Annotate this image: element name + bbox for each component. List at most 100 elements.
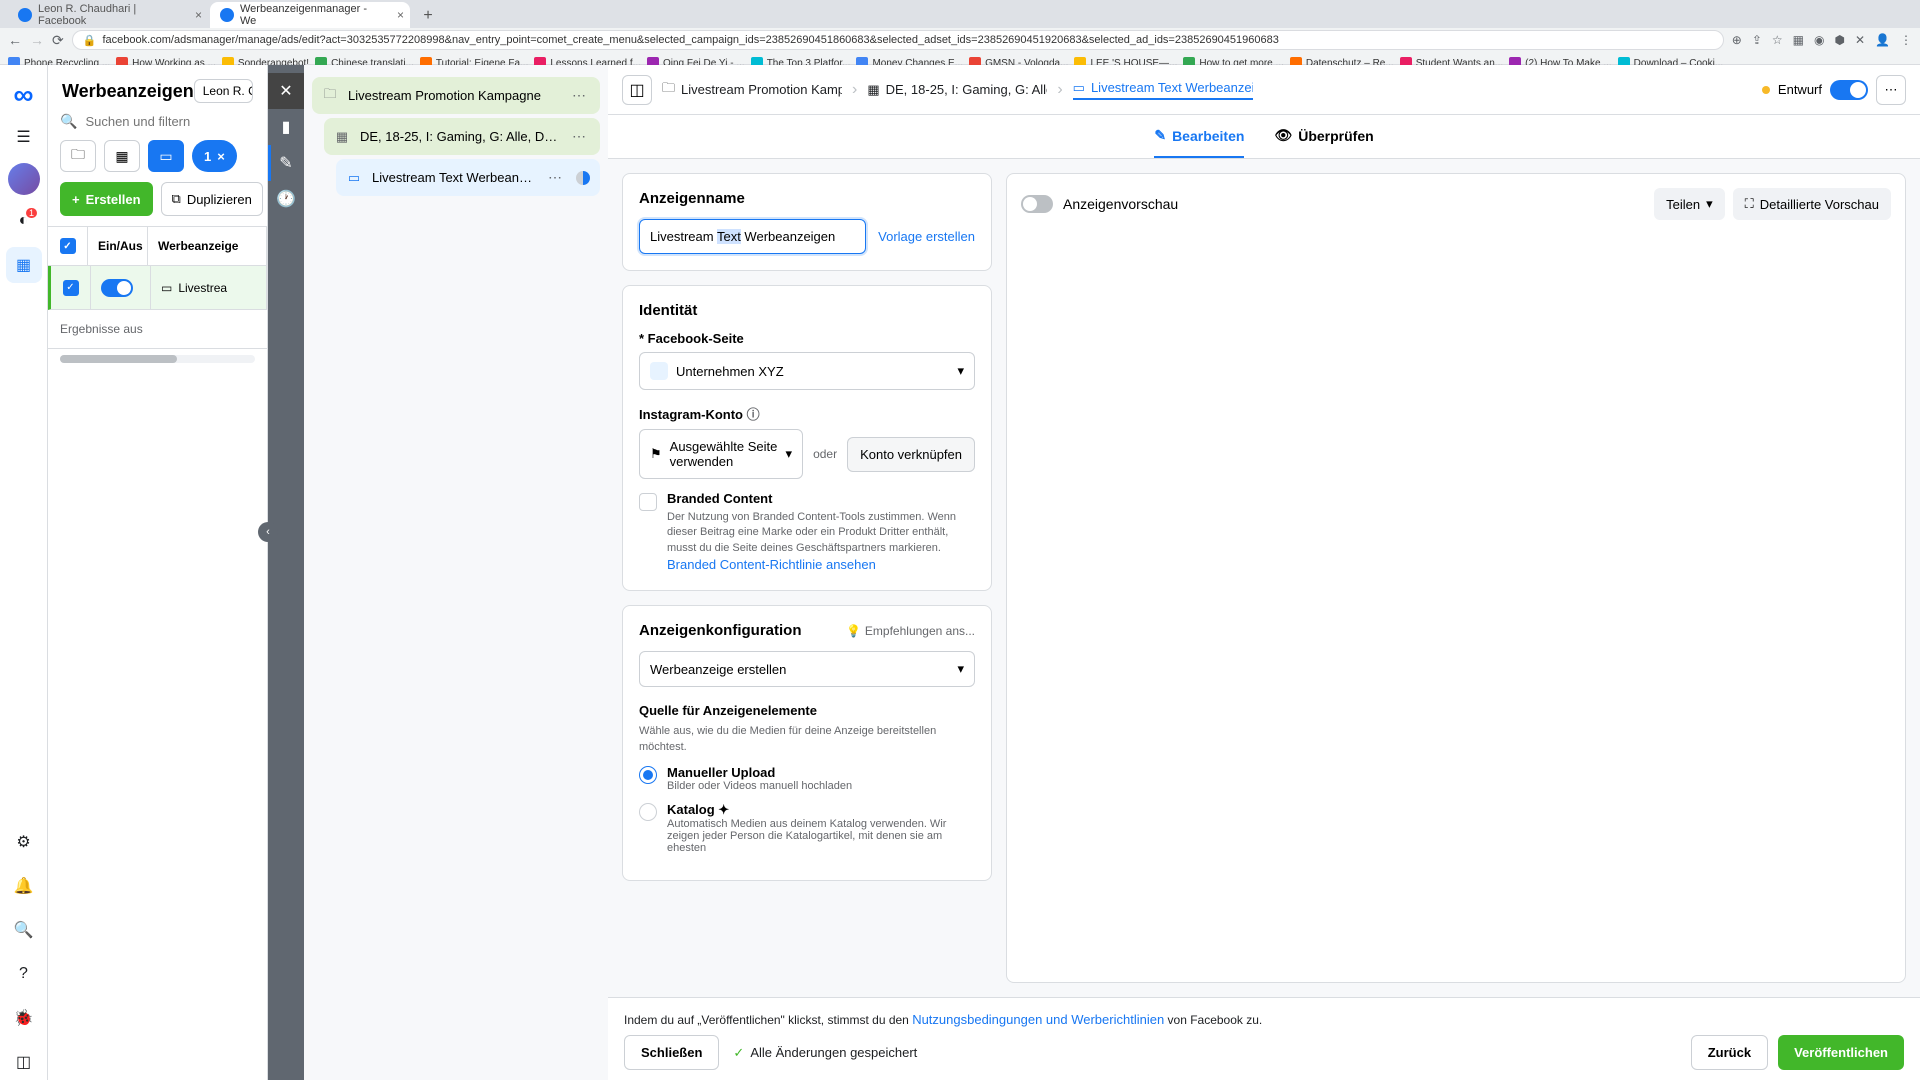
panel-toggle-icon[interactable]: ◫ — [622, 75, 652, 105]
detailed-preview-button[interactable]: ⛶ Detaillierte Vorschau — [1733, 188, 1891, 220]
edit-icon[interactable]: ✎ — [268, 145, 304, 181]
url-input[interactable]: 🔒 facebook.com/adsmanager/manage/ads/edi… — [72, 30, 1724, 50]
bug-icon[interactable]: 🐞 — [6, 1000, 42, 1036]
more-icon[interactable]: ⋯ — [544, 169, 566, 186]
tab-review[interactable]: 👁 Überprüfen — [1274, 115, 1373, 158]
form-column: Anzeigenname Livestream Text Werbeanzeig… — [622, 173, 992, 983]
share-button[interactable]: Teilen ▾ — [1654, 188, 1725, 220]
recommendations-link[interactable]: 💡 Empfehlungen ans... — [846, 624, 975, 638]
create-button[interactable]: + Erstellen — [60, 182, 153, 216]
tab-title: Werbeanzeigenmanager - We — [240, 3, 382, 27]
ad-toggle[interactable] — [101, 279, 133, 297]
panel-icon[interactable]: ◫ — [6, 1044, 42, 1080]
bell-icon[interactable]: 🔔 — [6, 868, 42, 904]
draft-status-icon — [1762, 86, 1770, 94]
menu-icon[interactable]: ☰ — [6, 119, 42, 155]
browser-tab-active[interactable]: Werbeanzeigenmanager - We × — [210, 2, 410, 28]
search-icon[interactable]: 🔍 — [6, 912, 42, 948]
profile-icon[interactable]: 👤 — [1875, 33, 1890, 47]
tree-adset[interactable]: ▦ DE, 18-25, I: Gaming, G: Alle, Deutsch… — [324, 118, 600, 155]
selection-pill[interactable]: 1 × — [192, 140, 237, 172]
column-header[interactable]: Ein/Aus — [88, 227, 148, 265]
info-icon[interactable]: ⓘ — [747, 407, 760, 422]
more-icon[interactable]: ⋯ — [568, 128, 590, 145]
status-icon — [576, 171, 590, 185]
star-icon[interactable]: ☆ — [1772, 33, 1783, 47]
reload-icon[interactable]: ⟳ — [52, 32, 64, 49]
extension-icon[interactable]: ▦ — [1793, 33, 1804, 47]
table-row[interactable]: ✓ ▭Livestrea — [48, 266, 267, 310]
tree-campaign[interactable]: 🗀 Livestream Promotion Kampagne ⋯ — [312, 77, 600, 114]
extension-icon[interactable]: ✕ — [1855, 33, 1865, 47]
manual-upload-radio[interactable] — [639, 766, 657, 784]
search-input[interactable] — [85, 114, 255, 129]
chart-icon[interactable]: ▮ — [268, 109, 304, 145]
new-tab-button[interactable]: + — [416, 4, 440, 28]
help-icon[interactable]: ? — [6, 956, 42, 992]
meta-logo-icon[interactable]: ∞ — [8, 79, 40, 111]
account-selector[interactable]: Leon R. Chaud — [194, 79, 253, 103]
tab-edit[interactable]: ✎ Bearbeiten — [1154, 115, 1244, 158]
more-icon[interactable]: ⋯ — [1876, 75, 1906, 105]
browser-tab[interactable]: Leon R. Chaudhari | Facebook × — [8, 2, 208, 28]
close-icon[interactable]: × — [217, 149, 225, 164]
catalog-radio[interactable] — [639, 803, 657, 821]
back-icon[interactable]: ← — [8, 32, 22, 48]
avatar[interactable] — [8, 163, 40, 195]
facebook-page-select[interactable]: Unternehmen XYZ ▾ — [639, 352, 975, 390]
scrollbar[interactable] — [60, 355, 255, 363]
back-button[interactable]: Zurück — [1691, 1035, 1768, 1070]
folder-view-button[interactable]: 🗀 — [60, 140, 96, 172]
breadcrumb-campaign[interactable]: 🗀 Livestream Promotion Kampa — [662, 79, 842, 101]
collapse-icon[interactable]: ‹ — [258, 522, 278, 542]
extension-icon[interactable]: ◉ — [1814, 33, 1824, 47]
list-view-button[interactable]: ▭ — [148, 140, 184, 172]
branded-policy-link[interactable]: Branded Content-Richtlinie ansehen — [667, 557, 876, 572]
forward-icon[interactable]: → — [30, 32, 44, 48]
preview-card: Anzeigenvorschau Teilen ▾ ⛶ Detaillierte… — [1006, 173, 1906, 983]
share-icon[interactable]: ⇪ — [1752, 33, 1762, 47]
column-header[interactable]: Werbeanzeige — [148, 227, 267, 265]
publish-button[interactable]: Veröffentlichen — [1778, 1035, 1904, 1070]
preview-toggle[interactable] — [1021, 195, 1053, 213]
branded-content-checkbox[interactable] — [639, 493, 657, 511]
close-button[interactable]: Schließen — [624, 1035, 719, 1070]
selection-count: 1 — [204, 149, 211, 164]
source-desc: Wähle aus, wie du die Medien für deine A… — [639, 724, 975, 755]
duplicate-button[interactable]: ⧉ Duplizieren — [161, 182, 263, 216]
facebook-favicon — [220, 8, 234, 22]
gear-icon[interactable]: ⚙ — [6, 824, 42, 860]
grid-icon[interactable]: ▦ — [6, 247, 42, 283]
section-title: Identität — [639, 302, 975, 319]
breadcrumb-adset[interactable]: ▦ DE, 18-25, I: Gaming, G: Alle, De — [867, 82, 1047, 98]
radio-title: Katalog ✦ — [667, 802, 975, 818]
preview-column: Anzeigenvorschau Teilen ▾ ⛶ Detaillierte… — [1006, 173, 1906, 983]
chevron-down-icon: ▾ — [957, 363, 964, 379]
select-all-checkbox[interactable]: ✓ — [60, 238, 76, 254]
grid-view-button[interactable]: ▦ — [104, 140, 140, 172]
gauge-icon[interactable]: ◐1 — [6, 203, 42, 239]
ad-enabled-toggle[interactable] — [1830, 80, 1868, 100]
more-icon[interactable]: ⋯ — [568, 87, 590, 104]
edit-toolbar: ✕ ▮ ✎ 🕐 ‹ — [268, 65, 304, 1080]
create-template-link[interactable]: Vorlage erstellen — [878, 229, 975, 244]
menu-icon[interactable]: ⋮ — [1900, 33, 1912, 47]
link-account-button[interactable]: Konto verknüpfen — [847, 437, 975, 472]
instagram-select[interactable]: ⚑ Ausgewählte Seite verwenden ▾ — [639, 429, 803, 479]
disclaimer: Indem du auf „Veröffentlichen" klickst, … — [624, 1008, 1904, 1035]
history-icon[interactable]: 🕐 — [268, 181, 304, 217]
tree-ad[interactable]: ▭ Livestream Text Werbeanzeig... ⋯ — [336, 159, 600, 196]
terms-link[interactable]: Nutzungsbedingungen und Werberichtlinien — [912, 1012, 1164, 1027]
page-icon — [650, 362, 668, 380]
zoom-icon[interactable]: ⊕ — [1732, 33, 1742, 47]
ad-format-select[interactable]: Werbeanzeige erstellen ▾ — [639, 651, 975, 687]
extension-icon[interactable]: ⬢ — [1835, 33, 1845, 47]
ad-name-input[interactable]: Livestream Text Werbeanzeigen — [639, 219, 866, 254]
close-icon[interactable]: ✕ — [268, 73, 304, 109]
breadcrumb-ad[interactable]: ▭ Livestream Text Werbeanzeige — [1073, 80, 1253, 100]
row-checkbox[interactable]: ✓ — [63, 280, 79, 296]
close-icon[interactable]: × — [397, 8, 404, 22]
close-icon[interactable]: × — [195, 8, 202, 22]
url-text: facebook.com/adsmanager/manage/ads/edit?… — [102, 34, 1278, 46]
check-icon: ✓ — [733, 1045, 744, 1061]
